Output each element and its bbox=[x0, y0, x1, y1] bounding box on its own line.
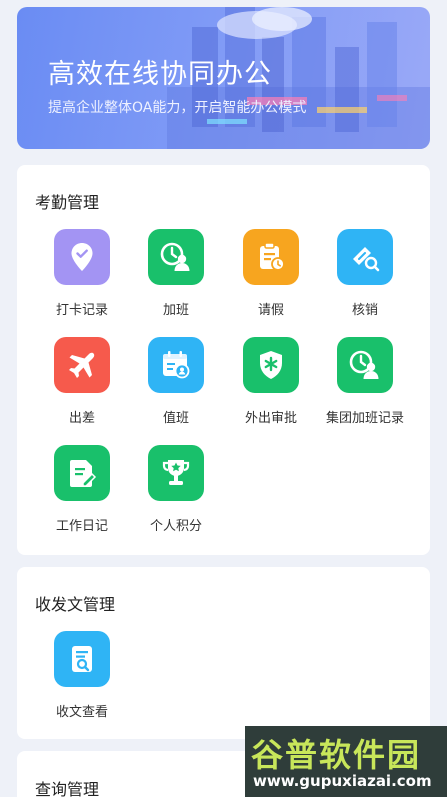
write-off-item[interactable]: 核销 bbox=[320, 229, 410, 318]
tile bbox=[337, 337, 393, 393]
item-label: 加班 bbox=[162, 303, 189, 318]
attendance-card: 考勤管理 打卡记录 加班 请假 核销 出差 值班 外出审批 集团加班记录 工作日… bbox=[17, 165, 430, 555]
punch-record-item[interactable]: 打卡记录 bbox=[37, 229, 127, 318]
banner-title: 高效在线协同办公 bbox=[48, 59, 272, 90]
documents-card: 收发文管理 收文查看 bbox=[17, 567, 430, 739]
item-label: 个人积分 bbox=[149, 519, 202, 534]
leave-item[interactable]: 请假 bbox=[226, 229, 316, 318]
tile bbox=[148, 229, 204, 285]
ticket-search-icon bbox=[353, 247, 380, 272]
section-title: 收发文管理 bbox=[35, 595, 116, 614]
shield-asterisk-icon bbox=[260, 351, 282, 379]
overtime-item[interactable]: 加班 bbox=[131, 229, 221, 318]
item-label: 外出审批 bbox=[244, 411, 297, 426]
tile bbox=[54, 631, 110, 687]
tile bbox=[54, 445, 110, 501]
business-trip-item[interactable]: 出差 bbox=[37, 337, 127, 426]
watermark-url: www.gupuxiazai.com bbox=[253, 772, 432, 790]
tile bbox=[54, 229, 110, 285]
item-label: 收文查看 bbox=[55, 705, 108, 720]
work-diary-item[interactable]: 工作日记 bbox=[37, 445, 127, 534]
document-edit-icon bbox=[70, 460, 97, 487]
group-overtime-record-item[interactable]: 集团加班记录 bbox=[320, 337, 410, 426]
section-title: 考勤管理 bbox=[35, 193, 100, 212]
personal-points-item[interactable]: 个人积分 bbox=[131, 445, 221, 534]
item-label: 工作日记 bbox=[55, 519, 108, 534]
banner[interactable]: 高效在线协同办公 提高企业整体OA能力，开启智能办公模式 bbox=[17, 7, 430, 149]
tile bbox=[54, 337, 110, 393]
item-label: 出差 bbox=[68, 411, 95, 426]
airplane-icon bbox=[69, 352, 95, 378]
section-title: 查询管理 bbox=[35, 780, 100, 797]
item-label: 值班 bbox=[162, 411, 189, 426]
outing-approval-item[interactable]: 外出审批 bbox=[226, 337, 316, 426]
incoming-docs-item[interactable]: 收文查看 bbox=[37, 631, 127, 720]
tile bbox=[243, 337, 299, 393]
tile bbox=[337, 229, 393, 285]
tile bbox=[148, 337, 204, 393]
location-check-icon bbox=[71, 243, 93, 271]
item-label: 打卡记录 bbox=[55, 303, 108, 318]
tile bbox=[243, 229, 299, 285]
trophy-icon bbox=[162, 460, 190, 485]
clock-person-icon bbox=[160, 242, 190, 271]
tile bbox=[148, 445, 204, 501]
item-label: 集团加班记录 bbox=[325, 411, 404, 426]
watermark-logo: 谷普软件园 www.gupuxiazai.com bbox=[245, 726, 447, 797]
calendar-person-icon bbox=[163, 351, 190, 379]
item-label: 核销 bbox=[351, 303, 378, 318]
clock-person-icon bbox=[349, 350, 379, 379]
document-search-icon bbox=[72, 646, 92, 672]
item-label: 请假 bbox=[257, 303, 284, 318]
duty-item[interactable]: 值班 bbox=[131, 337, 221, 426]
watermark-title: 谷普软件园 bbox=[251, 736, 422, 774]
clipboard-clock-icon bbox=[260, 242, 285, 271]
banner-subtitle: 提高企业整体OA能力，开启智能办公模式 bbox=[48, 100, 307, 116]
